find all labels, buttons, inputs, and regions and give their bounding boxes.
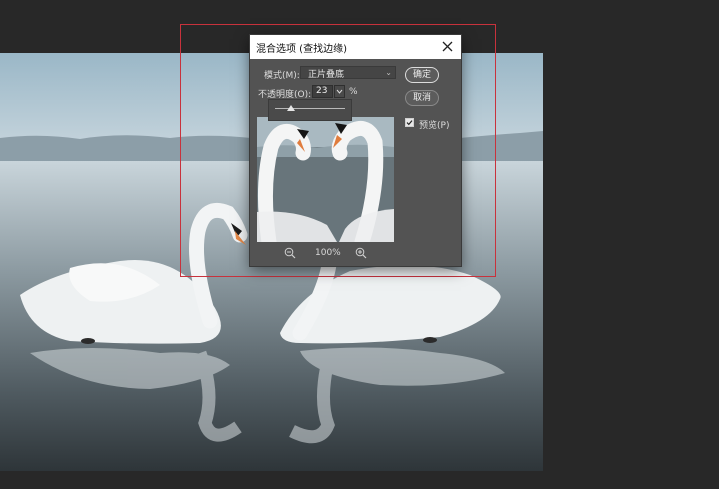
opacity-unit: % — [349, 87, 358, 97]
preview-pane[interactable] — [257, 117, 394, 242]
opacity-slider-track[interactable] — [275, 108, 345, 109]
preview-image — [257, 117, 394, 242]
opacity-dropdown-button[interactable] — [334, 85, 345, 98]
mode-value: 正片叠底 — [308, 70, 345, 80]
ok-button[interactable]: 确定 — [405, 67, 439, 83]
blending-options-dialog: 混合选项 (查找边缘) 模式(M): 正片叠底 ⌄ 不透明度(O): 23 % — [250, 35, 461, 266]
zoom-out-button[interactable] — [283, 246, 297, 260]
zoom-in-icon — [355, 247, 367, 259]
zoom-in-button[interactable] — [354, 246, 368, 260]
preview-checkbox[interactable] — [405, 118, 414, 127]
mode-label: 模式(M): — [264, 71, 300, 81]
opacity-input[interactable]: 23 — [312, 85, 333, 98]
zoom-out-icon — [284, 247, 296, 259]
mode-select[interactable]: 正片叠底 ⌄ — [300, 66, 396, 80]
chevron-down-icon: ⌄ — [385, 68, 392, 77]
opacity-slider-thumb[interactable] — [287, 105, 296, 111]
dialog-title-bar[interactable]: 混合选项 (查找边缘) — [250, 35, 461, 59]
opacity-slider-popup[interactable] — [268, 99, 352, 121]
chevron-down-icon — [336, 89, 343, 94]
dialog-title: 混合选项 (查找边缘) — [256, 44, 347, 55]
close-button[interactable] — [439, 38, 457, 56]
checkmark-icon — [406, 120, 413, 126]
close-icon — [442, 41, 453, 52]
cancel-button[interactable]: 取消 — [405, 90, 439, 106]
zoom-level: 100% — [315, 248, 341, 258]
preview-checkbox-label[interactable]: 预览(P) — [419, 118, 449, 131]
